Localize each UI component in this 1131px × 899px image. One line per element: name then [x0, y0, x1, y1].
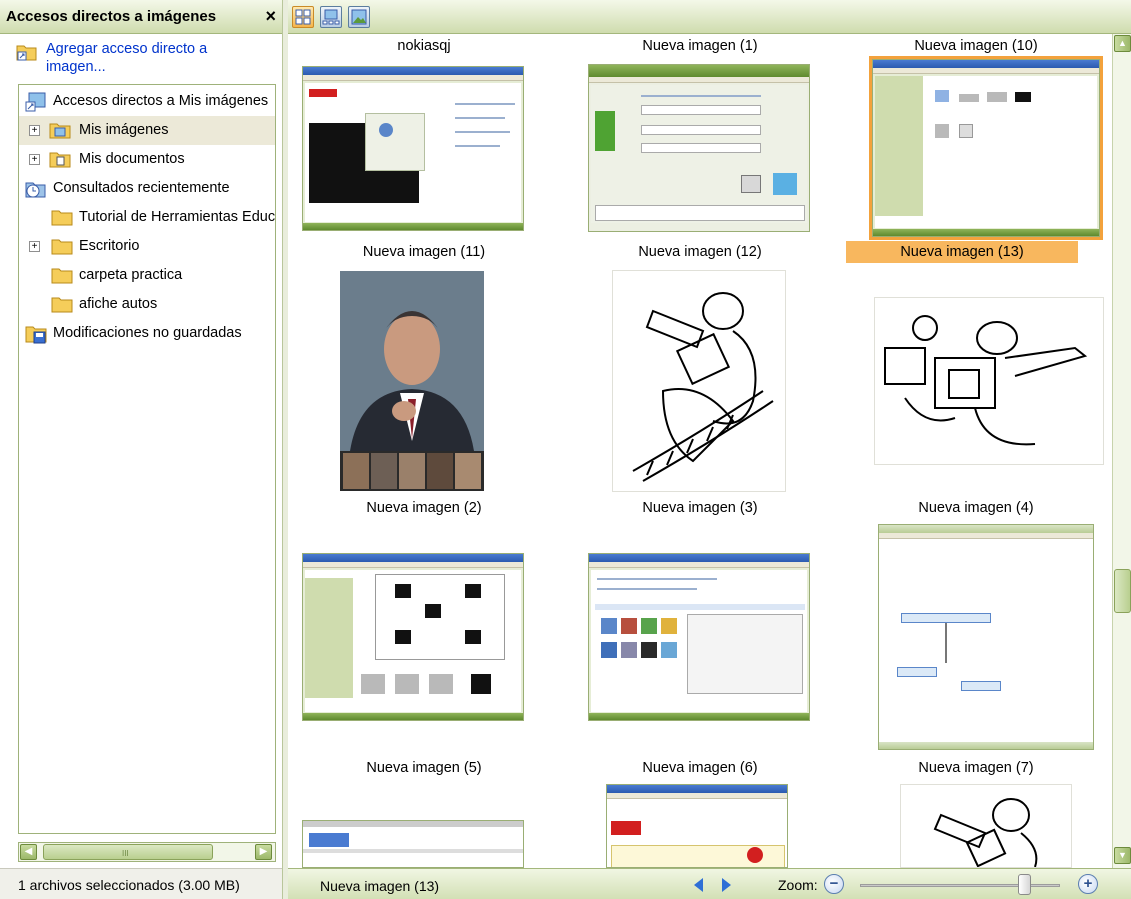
thumbnail-caption: Nueva imagen (13): [846, 241, 1078, 263]
cameraman-drawing: [933, 798, 1038, 868]
pictures-folder-icon: [49, 121, 71, 142]
thumbnail-image[interactable]: [302, 553, 524, 721]
thumbnail-caption: Nueva imagen (10): [914, 38, 1038, 54]
thumbnail-image[interactable]: [588, 553, 810, 721]
expand-toggle-icon[interactable]: +: [29, 241, 40, 252]
zoom-in-button[interactable]: +: [1078, 874, 1098, 894]
tree-item-label: Mis imágenes: [79, 122, 169, 138]
previous-image-button[interactable]: [694, 878, 703, 892]
single-image-view-button[interactable]: [348, 6, 370, 28]
thumbnail-image[interactable]: [302, 820, 524, 868]
tree-item-label: Tutorial de Herramientas Educ: [79, 209, 275, 225]
zoom-out-icon: −: [829, 875, 839, 892]
scrollbar-thumb[interactable]: [1114, 569, 1131, 613]
tree-item-label: Escritorio: [79, 238, 140, 254]
thumbnail-grid: nokiasqj Nueva imagen (1) Nueva imagen (…: [288, 34, 1112, 868]
tree-item[interactable]: Consultados recientemente: [19, 174, 275, 203]
thumbnail-image[interactable]: [878, 524, 1094, 750]
folder-tree[interactable]: Accesos directos a Mis imágenes + Mis imág…: [18, 84, 276, 834]
filmstrip-view-icon: [322, 9, 340, 25]
tree-item[interactable]: + Mis imágenes: [19, 116, 275, 145]
viewer-status-bar: Nueva imagen (13) Zoom: − +: [288, 868, 1131, 899]
tree-item[interactable]: afiche autos: [19, 290, 275, 319]
thumbnail-caption: Nueva imagen (4): [918, 500, 1034, 516]
folder-icon: [51, 266, 73, 287]
folder-icon: [51, 208, 73, 229]
thumbnail-image[interactable]: [874, 297, 1104, 465]
tree-item[interactable]: Accesos directos a Mis imágenes: [19, 87, 275, 116]
thumbnails-view-button[interactable]: [292, 6, 314, 28]
tree-item-label: Accesos directos a Mis imágenes: [53, 93, 269, 109]
scroll-right-button[interactable]: ▶: [255, 844, 272, 860]
scroll-up-button[interactable]: ▲: [1114, 35, 1131, 52]
tree-item[interactable]: carpeta practica: [19, 261, 275, 290]
add-shortcut-icon: [16, 42, 38, 65]
tree-item-label: carpeta practica: [79, 267, 183, 283]
close-panel-button[interactable]: ×: [265, 6, 276, 27]
selection-status-text: 1 archivos seleccionados (3.00 MB): [18, 877, 240, 893]
tree-item[interactable]: Modificaciones no guardadas: [19, 319, 275, 348]
documents-folder-icon: [49, 150, 71, 171]
filmstrip-view-button[interactable]: [320, 6, 342, 28]
thumbnails-view-icon: [295, 9, 311, 25]
zoom-label: Zoom:: [778, 877, 818, 893]
tree-item-label: afiche autos: [79, 296, 158, 312]
thumbnail-caption: Nueva imagen (12): [638, 244, 762, 260]
thumbnail-caption: nokiasqj: [397, 38, 451, 54]
zoom-in-icon: +: [1083, 875, 1093, 892]
add-shortcut-label[interactable]: Agregar acceso directo a imagen...: [46, 40, 256, 76]
thumbnail-caption: Nueva imagen (5): [366, 760, 482, 776]
thumbnail-image[interactable]: [588, 64, 810, 232]
folder-icon: [51, 237, 73, 258]
selection-status: 1 archivos seleccionados (3.00 MB): [0, 868, 282, 899]
expand-toggle-icon[interactable]: +: [29, 154, 40, 165]
thumbnail-image[interactable]: [606, 784, 788, 868]
thumbnail-caption: Nueva imagen (2): [366, 500, 482, 516]
thumbnail-caption: Nueva imagen (1): [642, 38, 758, 54]
tree-item[interactable]: + Mis documentos: [19, 145, 275, 174]
portrait-photo: [340, 271, 484, 491]
thumbnail-image[interactable]: [612, 270, 786, 492]
my-pictures-shortcut-icon: [25, 92, 47, 115]
thumbnail-caption: Nueva imagen (11): [362, 244, 486, 260]
tree-item-label: Mis documentos: [79, 151, 185, 167]
cameraman-drawing: [632, 292, 774, 482]
thumbnail-image[interactable]: [340, 271, 484, 491]
scroll-down-button[interactable]: ▼: [1114, 847, 1131, 864]
thumbnail-caption: Nueva imagen (3): [642, 500, 758, 516]
shortcuts-panel: Accesos directos a imágenes × Agregar ac…: [0, 0, 282, 899]
horizontal-scrollbar[interactable]: ◀ III ▶: [18, 842, 276, 862]
recent-icon: [25, 179, 47, 202]
single-image-view-icon: [351, 9, 367, 25]
thumbnail-image[interactable]: [302, 66, 524, 231]
current-image-name: Nueva imagen (13): [320, 878, 440, 894]
tree-item[interactable]: + Escritorio: [19, 232, 275, 261]
scroll-left-button[interactable]: ◀: [20, 844, 37, 860]
scrollbar-thumb[interactable]: III: [43, 844, 213, 860]
expand-toggle-icon[interactable]: +: [29, 125, 40, 136]
add-shortcut-link[interactable]: Agregar acceso directo a imagen...: [16, 40, 266, 80]
view-toolbar: [288, 0, 1131, 34]
tree-item-label: Modificaciones no guardadas: [53, 325, 242, 341]
tree-item-label: Consultados recientemente: [53, 180, 230, 196]
thumbnail-image[interactable]: [869, 56, 1103, 240]
scrollbar-grip: III: [122, 849, 129, 858]
cameraman-drawing: [884, 315, 1088, 446]
panel-header: Accesos directos a imágenes ×: [0, 0, 282, 34]
thumbnail-image[interactable]: [900, 784, 1072, 868]
zoom-out-button[interactable]: −: [824, 874, 844, 894]
thumbnail-caption: Nueva imagen (7): [918, 760, 1034, 776]
next-image-button[interactable]: [722, 878, 731, 892]
unsaved-changes-icon: [25, 324, 47, 347]
panel-title: Accesos directos a imágenes: [6, 8, 217, 25]
folder-icon: [51, 295, 73, 316]
vertical-scrollbar[interactable]: ▲ ▼: [1112, 34, 1131, 868]
thumbnail-caption: Nueva imagen (6): [642, 760, 758, 776]
zoom-slider-handle[interactable]: [1018, 874, 1031, 895]
tree-item[interactable]: Tutorial de Herramientas Educ: [19, 203, 275, 232]
